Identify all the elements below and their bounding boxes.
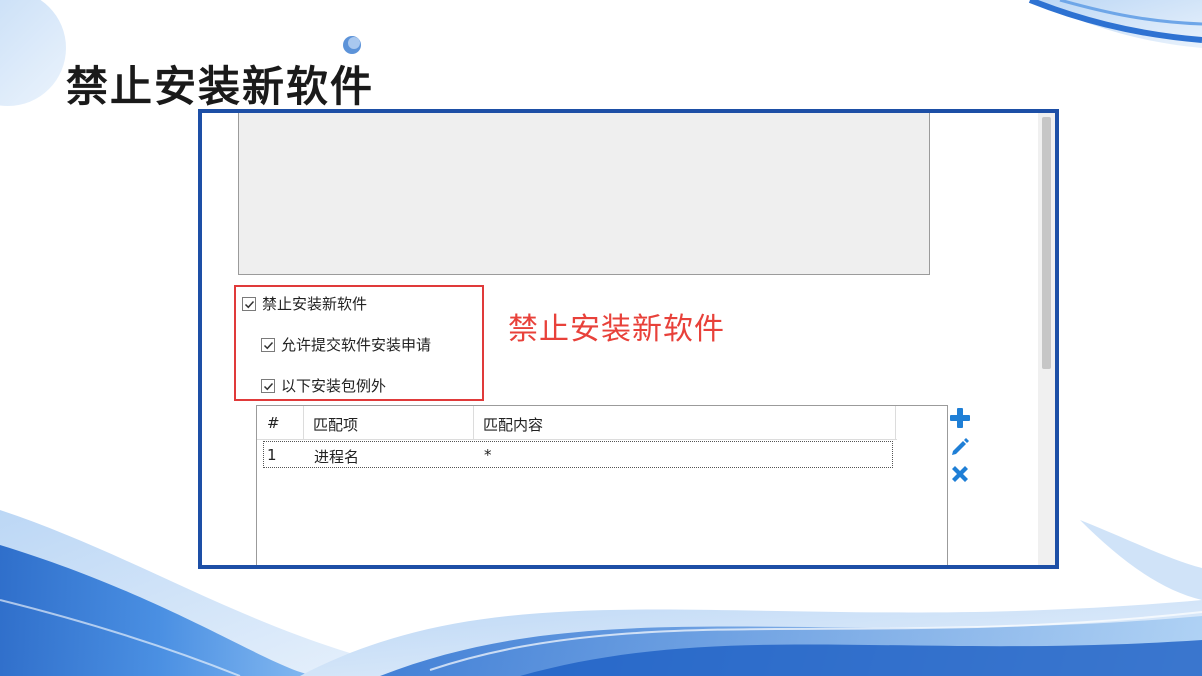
delete-icon[interactable] (949, 463, 971, 485)
preview-panel (238, 113, 930, 275)
allow-request-label: 允许提交软件安装申请 (281, 336, 432, 354)
annotation-caption: 禁止安装新软件 (508, 312, 725, 347)
block-new-software-checkbox[interactable] (242, 296, 256, 311)
column-header-match-content[interactable]: 匹配内容 (483, 414, 543, 435)
allow-request-checkbox[interactable] (261, 337, 275, 352)
edit-icon[interactable] (949, 435, 971, 457)
checkmark-icon (244, 300, 255, 308)
screenshot-frame: 禁止安装新软件 允许提交软件安装申请 以下安装包例外 禁止安装新软件 # 匹配项… (198, 109, 1059, 569)
column-divider (303, 406, 304, 439)
row-match-content: * (484, 446, 492, 464)
row-index: 1 (267, 446, 277, 464)
vertical-scrollbar[interactable] (1038, 113, 1055, 565)
exceptions-option[interactable]: 以下安装包例外 (261, 375, 386, 396)
block-new-software-label: 禁止安装新软件 (262, 295, 368, 313)
scrollbar-thumb[interactable] (1042, 117, 1051, 369)
row-match-item: 进程名 (314, 448, 360, 466)
add-icon[interactable] (949, 407, 971, 429)
exceptions-checkbox[interactable] (261, 378, 275, 393)
column-divider (473, 406, 474, 439)
column-header-index[interactable]: # (267, 414, 280, 432)
table-header: # 匹配项 匹配内容 (257, 406, 897, 440)
column-divider (895, 406, 896, 439)
allow-request-option[interactable]: 允许提交软件安装申请 (261, 334, 431, 355)
table-row[interactable]: 1 进程名 * (263, 441, 893, 468)
block-new-software-option[interactable]: 禁止安装新软件 (242, 293, 367, 314)
exception-table: # 匹配项 匹配内容 1 进程名 * (256, 405, 948, 565)
slide-title: 禁止安装新软件 (66, 62, 375, 112)
table-toolbar (949, 407, 971, 491)
column-header-match-item[interactable]: 匹配项 (313, 414, 358, 435)
exceptions-label: 以下安装包例外 (281, 377, 387, 395)
checkmark-icon (263, 382, 274, 390)
checkmark-icon (263, 341, 274, 349)
